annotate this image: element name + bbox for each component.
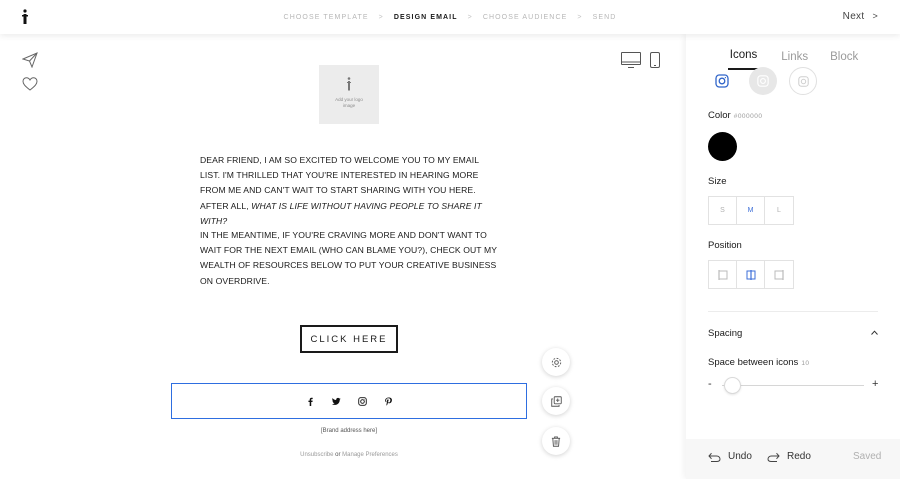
undo-icon [708, 452, 721, 462]
align-right-icon [774, 269, 784, 280]
wizard-steps: CHOOSE TEMPLATE > DESIGN EMAIL > CHOOSE … [0, 0, 900, 34]
step-design-email[interactable]: DESIGN EMAIL [394, 14, 458, 21]
spacing-slider-track[interactable] [722, 385, 864, 386]
position-selector [708, 260, 794, 289]
facebook-icon[interactable] [306, 397, 315, 406]
size-option-m[interactable]: M [737, 197, 765, 224]
email-paragraph-2[interactable]: IN THE MEANTIME, IF YOU'RE CRAVING MORE … [200, 228, 500, 289]
panel-tabs: Icons Links Block [686, 34, 900, 70]
size-selector: S M L [708, 196, 794, 225]
step-separator: > [577, 13, 583, 21]
unsubscribe-footer: Unsubscribe or Manage Preferences [171, 452, 527, 458]
increase-spacing-button[interactable]: + [872, 378, 878, 390]
block-settings-button[interactable] [542, 348, 570, 376]
redo-label: Redo [787, 451, 811, 462]
trash-icon [551, 435, 561, 447]
size-option-l[interactable]: L [765, 197, 793, 224]
icon-style-outline[interactable] [708, 67, 736, 95]
mobile-view-icon[interactable] [650, 52, 660, 68]
save-status: Saved [853, 451, 882, 462]
duplicate-icon [550, 395, 562, 407]
instagram-outlined-circle-icon [797, 75, 809, 87]
align-center-icon [746, 269, 755, 280]
redo-icon [767, 452, 780, 462]
step-choose-audience[interactable]: CHOOSE AUDIENCE [483, 14, 568, 21]
instagram-icon[interactable] [357, 396, 367, 406]
delete-block-button[interactable] [542, 427, 570, 455]
cta-button[interactable]: CLICK HERE [300, 325, 398, 353]
icon-style-options [686, 66, 900, 96]
properties-panel: Icons Links Block Color #000000 Size S M… [686, 34, 900, 479]
pinterest-icon[interactable] [384, 396, 393, 406]
logo-placeholder-text: Add your logo image [335, 97, 363, 108]
instagram-filled-circle-icon [757, 75, 769, 87]
logo-placeholder[interactable]: Add your logo image [319, 65, 379, 124]
chevron-right-icon: > [872, 11, 878, 21]
undo-button[interactable]: Undo [708, 451, 752, 462]
social-icons-block[interactable] [171, 383, 527, 419]
align-left-icon [717, 269, 727, 280]
top-bar: CHOOSE TEMPLATE > DESIGN EMAIL > CHOOSE … [0, 0, 900, 34]
panel-footer: Undo Redo Saved [686, 439, 900, 479]
step-separator: > [378, 13, 384, 21]
heart-icon[interactable] [22, 76, 38, 92]
step-send[interactable]: SEND [593, 14, 617, 21]
unsubscribe-link[interactable]: Unsubscribe [300, 452, 333, 458]
duplicate-block-button[interactable] [542, 387, 570, 415]
size-option-s[interactable]: S [709, 197, 737, 224]
color-swatch[interactable] [708, 132, 737, 161]
icon-style-filled-circle[interactable] [749, 67, 777, 95]
manage-preferences-link[interactable]: Manage Preferences [342, 452, 398, 458]
redo-button[interactable]: Redo [767, 451, 811, 462]
position-left[interactable] [709, 261, 737, 288]
position-right[interactable] [765, 261, 793, 288]
twitter-icon[interactable] [331, 397, 341, 406]
instagram-outline-icon [715, 74, 729, 88]
color-label: Color #000000 [708, 110, 763, 121]
position-label: Position [708, 240, 742, 251]
color-label-text: Color [708, 110, 731, 121]
spacing-slider-handle[interactable] [724, 377, 741, 394]
desktop-view-icon[interactable] [621, 52, 641, 68]
position-center[interactable] [737, 261, 765, 288]
icon-style-outlined-circle[interactable] [789, 67, 817, 95]
space-between-label: Space between icons 10 [708, 357, 810, 368]
next-label: Next [842, 11, 865, 22]
decrease-spacing-button[interactable]: - [708, 378, 712, 390]
undo-label: Undo [728, 451, 752, 462]
step-choose-template[interactable]: CHOOSE TEMPLATE [284, 14, 369, 21]
space-between-text: Space between icons [708, 357, 799, 368]
brand-address[interactable]: [Brand address here] [171, 428, 527, 434]
email-paragraph-1[interactable]: DEAR FRIEND, I AM SO EXCITED TO WELCOME … [200, 153, 500, 229]
size-label: Size [708, 176, 727, 187]
send-icon[interactable] [22, 52, 38, 68]
section-divider [708, 311, 878, 312]
logo-placeholder-icon [347, 77, 351, 91]
chevron-up-icon[interactable] [871, 330, 878, 335]
space-between-value: 10 [801, 360, 810, 367]
spacing-section-header[interactable]: Spacing [708, 328, 742, 339]
unsubscribe-or: or [335, 452, 341, 458]
color-hex: #000000 [733, 113, 763, 120]
step-separator: > [467, 13, 473, 21]
settings-icon [551, 357, 561, 367]
next-button[interactable]: Next > [843, 11, 878, 22]
